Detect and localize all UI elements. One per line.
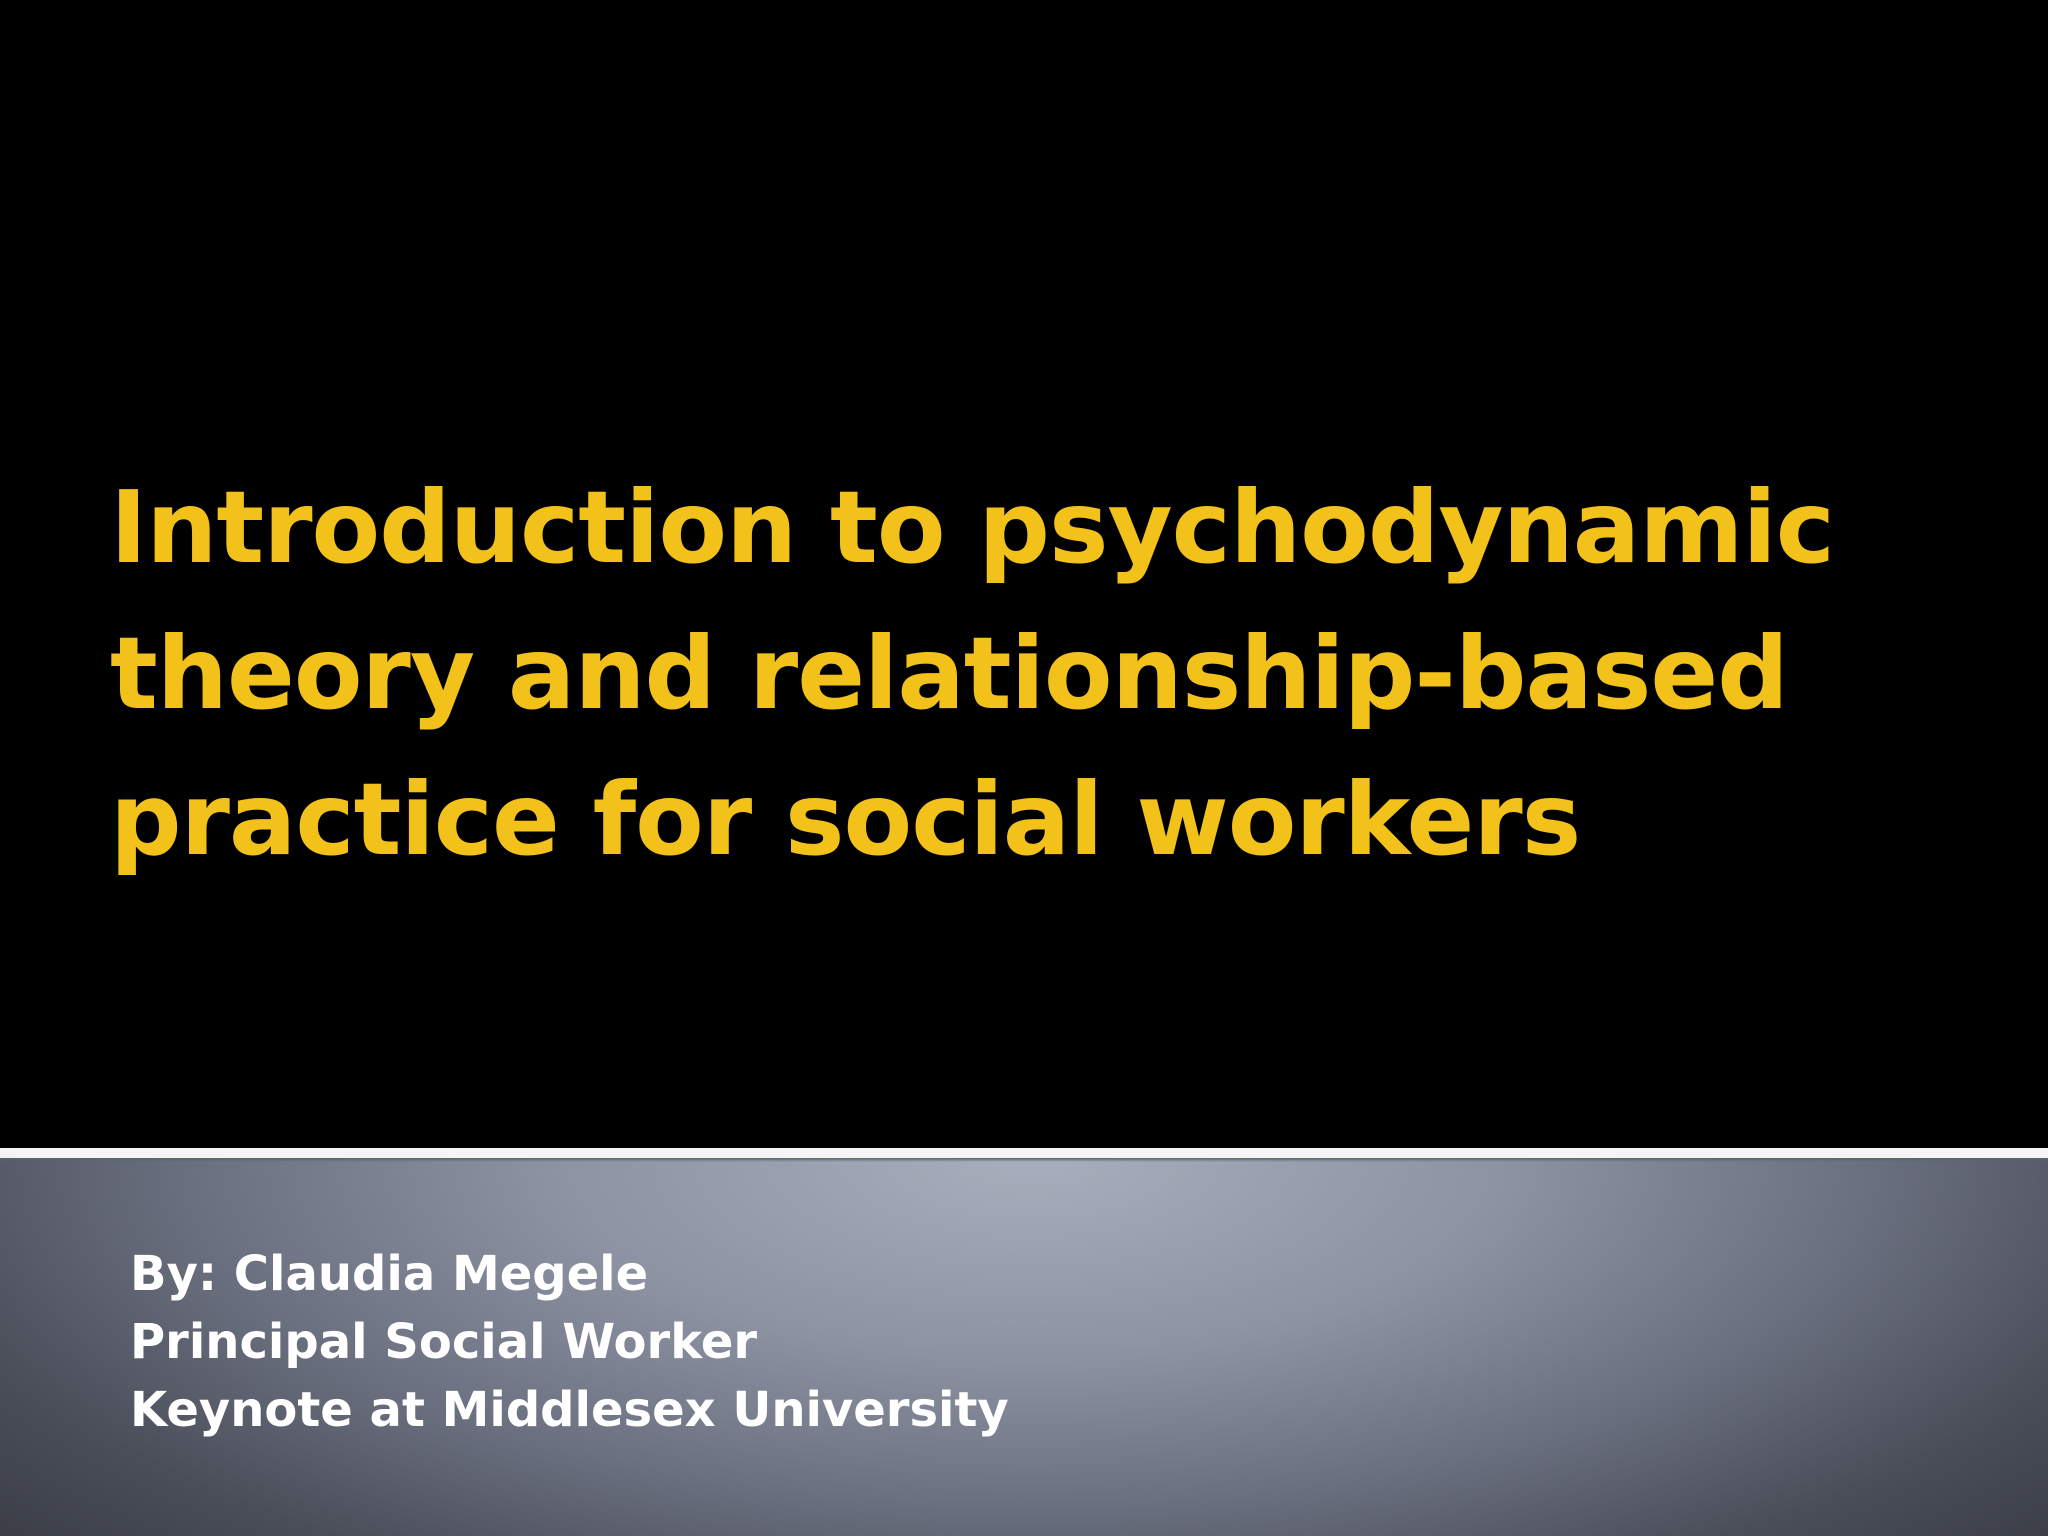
slide-title-line-3: practice for social workers xyxy=(110,761,1581,878)
presentation-slide: Introduction to psychodynamic theory and… xyxy=(0,0,2048,1536)
title-area: Introduction to psychodynamic theory and… xyxy=(0,0,2048,1148)
slide-subtitle: By: Claudia Megele Principal Social Work… xyxy=(130,1240,1009,1444)
role-line: Principal Social Worker xyxy=(130,1314,758,1370)
slide-title-line-2: theory and relationship-based xyxy=(110,615,1789,732)
author-line: By: Claudia Megele xyxy=(130,1246,649,1302)
section-divider xyxy=(0,1148,2048,1158)
venue-line: Keynote at Middlesex University xyxy=(130,1382,1009,1438)
slide-title-line-1: Introduction to psychodynamic xyxy=(110,469,1835,586)
divider-shadow xyxy=(0,1158,2048,1162)
slide-title: Introduction to psychodynamic theory and… xyxy=(110,455,1930,893)
